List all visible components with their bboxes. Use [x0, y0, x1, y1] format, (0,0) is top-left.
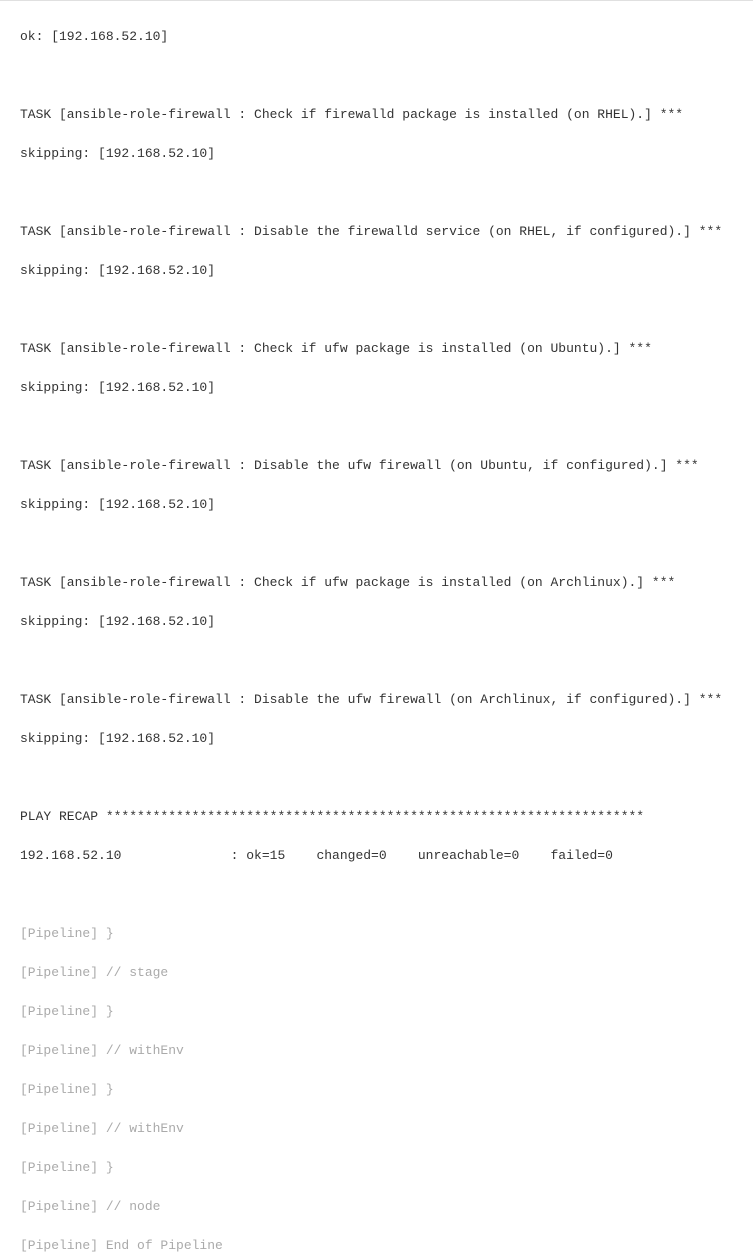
blank-line	[20, 66, 733, 86]
pipeline-line: [Pipeline] // stage	[20, 963, 733, 983]
task-header: TASK [ansible-role-firewall : Check if u…	[20, 573, 733, 593]
task-result: skipping: [192.168.52.10]	[20, 729, 733, 749]
task-result: skipping: [192.168.52.10]	[20, 378, 733, 398]
top-divider	[0, 0, 753, 1]
play-recap-header: PLAY RECAP *****************************…	[20, 807, 733, 827]
pipeline-line: [Pipeline] }	[20, 924, 733, 944]
pipeline-line: [Pipeline] // node	[20, 1197, 733, 1217]
pipeline-line: [Pipeline] }	[20, 1080, 733, 1100]
blank-line	[20, 183, 733, 203]
pipeline-line: [Pipeline] // withEnv	[20, 1041, 733, 1061]
blank-line	[20, 768, 733, 788]
pipeline-line: [Pipeline] End of Pipeline	[20, 1236, 733, 1252]
console-output: ok: [192.168.52.10] TASK [ansible-role-f…	[0, 5, 753, 1252]
task-result: skipping: [192.168.52.10]	[20, 261, 733, 281]
task-result: skipping: [192.168.52.10]	[20, 144, 733, 164]
task-result: skipping: [192.168.52.10]	[20, 612, 733, 632]
play-recap-line: 192.168.52.10 : ok=15 changed=0 unreacha…	[20, 846, 733, 866]
task-header: TASK [ansible-role-firewall : Check if f…	[20, 105, 733, 125]
blank-line	[20, 300, 733, 320]
pipeline-line: [Pipeline] }	[20, 1002, 733, 1022]
blank-line	[20, 417, 733, 437]
task-header: TASK [ansible-role-firewall : Disable th…	[20, 690, 733, 710]
pipeline-line: [Pipeline] }	[20, 1158, 733, 1178]
task-result: skipping: [192.168.52.10]	[20, 495, 733, 515]
pipeline-line: [Pipeline] // withEnv	[20, 1119, 733, 1139]
task-header: TASK [ansible-role-firewall : Disable th…	[20, 222, 733, 242]
task-header: TASK [ansible-role-firewall : Check if u…	[20, 339, 733, 359]
ok-line: ok: [192.168.52.10]	[20, 27, 733, 47]
blank-line	[20, 885, 733, 905]
blank-line	[20, 651, 733, 671]
task-header: TASK [ansible-role-firewall : Disable th…	[20, 456, 733, 476]
blank-line	[20, 534, 733, 554]
